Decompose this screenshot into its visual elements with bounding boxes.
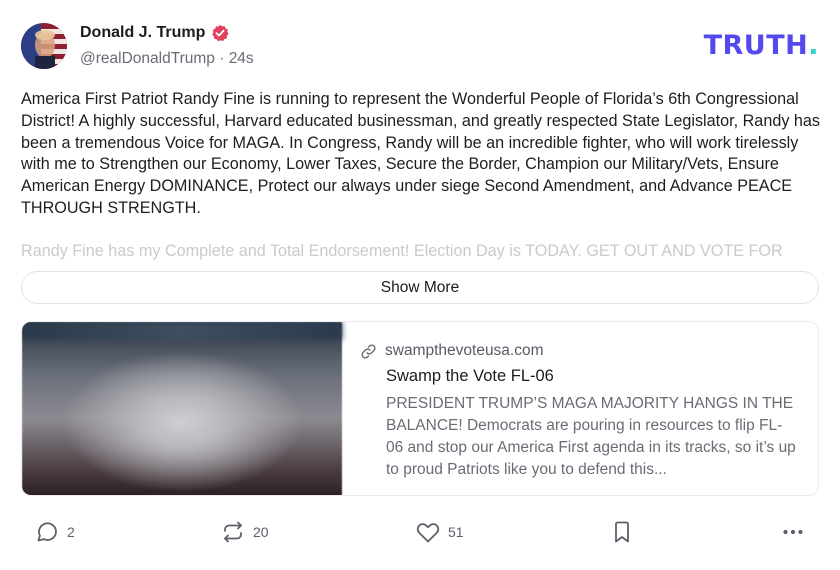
verified-badge-icon bbox=[211, 24, 229, 42]
post-body-truncated: Randy Fine has my Complete and Total End… bbox=[21, 242, 783, 260]
link-domain-label: swampthevoteusa.com bbox=[385, 342, 544, 359]
reply-button[interactable]: 2 bbox=[35, 520, 75, 544]
link-preview-card[interactable]: swampthevoteusa.com Swamp the Vote FL-06… bbox=[21, 321, 819, 496]
retruth-button[interactable]: 20 bbox=[221, 520, 269, 544]
link-icon bbox=[360, 343, 377, 360]
author-handle[interactable]: @realDonaldTrump bbox=[80, 50, 215, 67]
like-count: 51 bbox=[448, 524, 464, 540]
show-more-label: Show More bbox=[380, 278, 460, 296]
bookmark-button[interactable] bbox=[610, 520, 634, 544]
retruth-count: 20 bbox=[253, 524, 269, 540]
post-time[interactable]: 24s bbox=[229, 50, 254, 67]
truth-logo-text: TRUTH bbox=[703, 30, 809, 61]
avatar[interactable] bbox=[21, 23, 67, 69]
more-horizontal-icon bbox=[783, 529, 803, 535]
image-top-band bbox=[22, 322, 342, 340]
retruth-icon bbox=[224, 521, 242, 543]
link-title: Swamp the Vote FL-06 bbox=[386, 367, 554, 385]
author-name[interactable]: Donald J. Trump bbox=[80, 24, 229, 42]
author-handle-line: @realDonaldTrump · 24s bbox=[80, 50, 254, 68]
separator-dot: · bbox=[219, 50, 229, 67]
reply-count: 2 bbox=[67, 524, 75, 540]
post-body: America First Patriot Randy Fine is runn… bbox=[21, 90, 821, 217]
more-options-button[interactable] bbox=[781, 520, 805, 544]
show-more-button[interactable]: Show More bbox=[21, 271, 819, 304]
link-preview-image bbox=[22, 322, 342, 495]
truth-logo-dot: . bbox=[808, 30, 819, 61]
truth-post: Donald J. Trump @realDonaldTrump · 24s T… bbox=[0, 0, 840, 570]
truth-logo[interactable]: TRUTH. bbox=[704, 30, 819, 61]
link-description: PRESIDENT TRUMP’S MAGA MAJORITY HANGS IN… bbox=[386, 395, 796, 478]
author-name-label[interactable]: Donald J. Trump bbox=[80, 24, 205, 42]
heart-icon bbox=[416, 523, 440, 543]
bookmark-icon bbox=[615, 521, 629, 543]
like-button[interactable]: 51 bbox=[416, 520, 464, 544]
link-domain: swampthevoteusa.com bbox=[361, 342, 544, 360]
reply-icon bbox=[37, 522, 57, 542]
